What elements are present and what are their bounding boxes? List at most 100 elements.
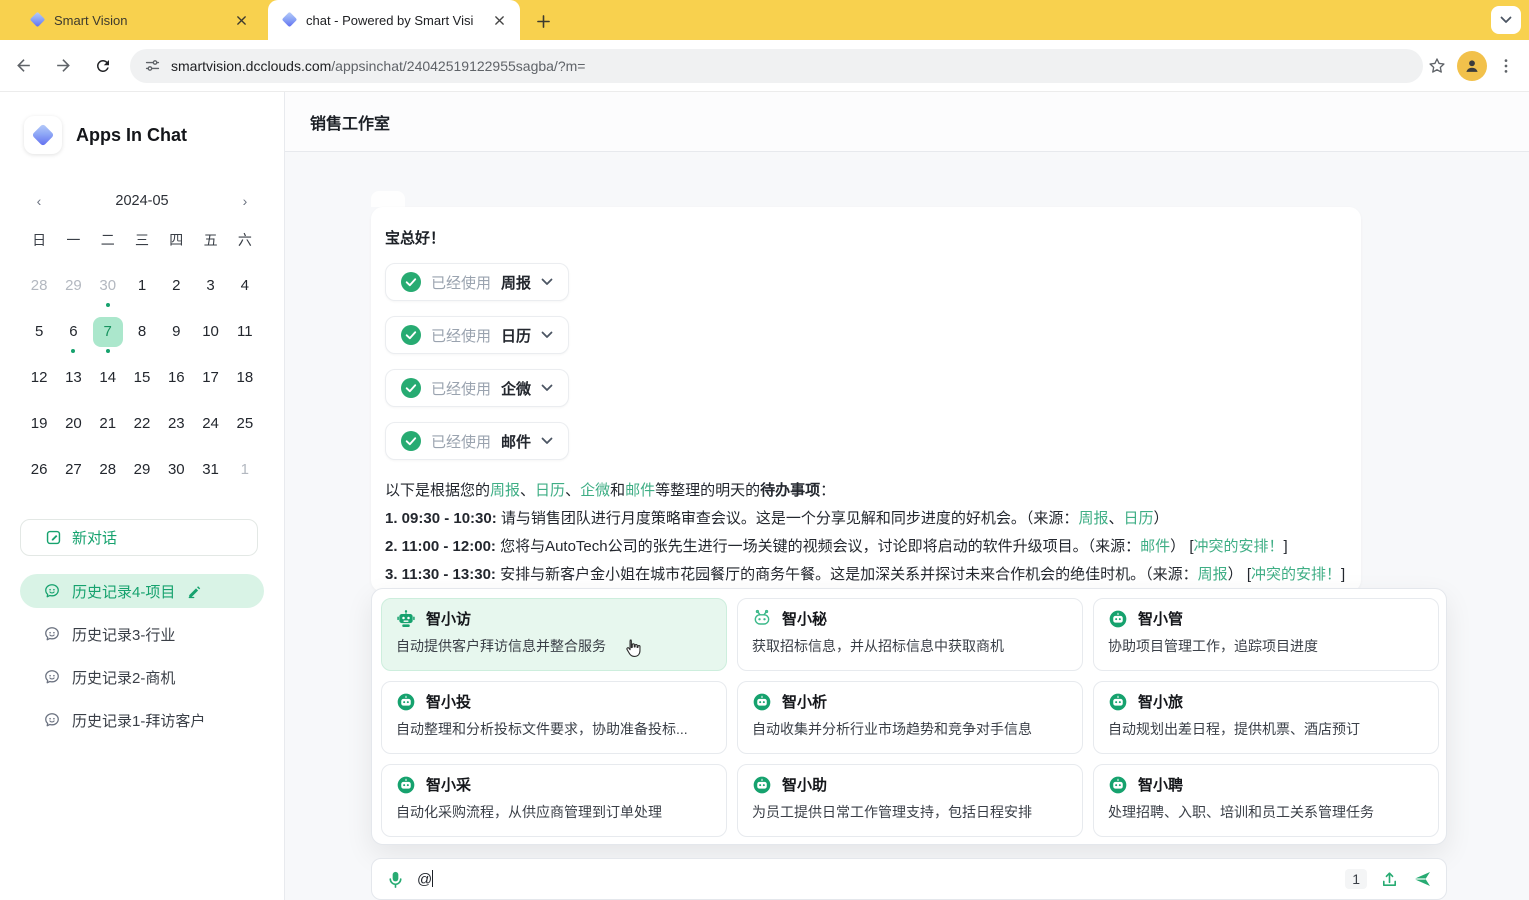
- reload-button[interactable]: [86, 49, 120, 83]
- calendar-day[interactable]: 10: [196, 317, 226, 347]
- calendar-day[interactable]: 28: [93, 455, 123, 485]
- new-chat-button[interactable]: 新对话: [20, 519, 258, 556]
- mic-icon[interactable]: [386, 870, 405, 889]
- forward-button[interactable]: [46, 49, 80, 83]
- calendar-day[interactable]: 20: [58, 409, 88, 439]
- calendar-day[interactable]: 17: [196, 363, 226, 393]
- chip-prefix: 已经使用: [431, 378, 491, 399]
- tab-close-icon[interactable]: [490, 11, 508, 29]
- calendar-day[interactable]: 28: [24, 271, 54, 301]
- used-tool-chip-mail[interactable]: 已经使用 邮件: [385, 422, 569, 460]
- link-weekly[interactable]: 周报: [490, 482, 520, 499]
- calendar-day[interactable]: 15: [127, 363, 157, 393]
- history-item-2[interactable]: 历史记录2-商机: [20, 660, 264, 694]
- calendar-prev-icon[interactable]: ‹: [28, 190, 50, 212]
- calendar-day[interactable]: 22: [127, 409, 157, 439]
- history-item-4[interactable]: 历史记录4-项目: [20, 574, 264, 608]
- calendar-day[interactable]: 31: [196, 455, 226, 485]
- calendar-day[interactable]: 5: [24, 317, 54, 347]
- robot-head-icon: [396, 609, 416, 629]
- link-calendar[interactable]: 日历: [535, 482, 565, 499]
- agent-card-zhixiaolv[interactable]: 智小旅 自动规划出差日程，提供机票、酒店预订: [1093, 681, 1439, 754]
- tab-smart-vision[interactable]: Smart Vision: [16, 0, 262, 40]
- tab-strip: Smart Vision chat - Powered by Smart Vis…: [0, 0, 1529, 40]
- source-link[interactable]: 邮件: [1140, 538, 1170, 555]
- source-link[interactable]: 日历: [1123, 510, 1153, 527]
- agent-card-zhixiaotou[interactable]: 智小投 自动整理和分析投标文件要求，协助准备投标...: [381, 681, 727, 754]
- calendar-day-selected[interactable]: 7: [93, 317, 123, 347]
- calendar-day[interactable]: 2: [161, 271, 191, 301]
- agent-card-zhixiaomi[interactable]: 智小秘 获取招标信息，并从招标信息中获取商机: [737, 598, 1083, 671]
- agent-card-zhixiaozhu[interactable]: 智小助 为员工提供日常工作管理支持，包括日程安排: [737, 764, 1083, 837]
- calendar-day[interactable]: 30: [93, 271, 123, 301]
- used-tool-chip-wecom[interactable]: 已经使用 企微: [385, 369, 569, 407]
- calendar-day[interactable]: 27: [58, 455, 88, 485]
- tab-chat-active[interactable]: chat - Powered by Smart Visi: [268, 0, 520, 40]
- back-button[interactable]: [6, 49, 40, 83]
- agent-card-zhixiaofang[interactable]: 智小访 自动提供客户拜访信息并整合服务: [381, 598, 727, 671]
- browser-menu-icon[interactable]: [1497, 57, 1515, 75]
- chat-input-value[interactable]: @: [417, 870, 433, 888]
- profile-avatar[interactable]: [1457, 51, 1487, 81]
- chevron-down-icon[interactable]: [541, 437, 553, 445]
- calendar-day[interactable]: 29: [127, 455, 157, 485]
- calendar-day[interactable]: 4: [230, 271, 260, 301]
- send-icon[interactable]: [1412, 869, 1432, 889]
- link-wecom[interactable]: 企微: [580, 482, 610, 499]
- calendar-day[interactable]: 30: [161, 455, 191, 485]
- browser-toolbar: smartvision.dcclouds.com/appsinchat/2404…: [0, 40, 1529, 92]
- url-bar[interactable]: smartvision.dcclouds.com/appsinchat/2404…: [130, 49, 1423, 83]
- link-mail[interactable]: 邮件: [625, 482, 655, 499]
- agent-card-zhixiaoguan[interactable]: 智小管 协助项目管理工作，追踪项目进度: [1093, 598, 1439, 671]
- robot-outline-icon: [752, 609, 772, 629]
- calendar-day[interactable]: 29: [58, 271, 88, 301]
- calendar-day[interactable]: 13: [58, 363, 88, 393]
- calendar-day[interactable]: 19: [24, 409, 54, 439]
- edit-pencil-icon[interactable]: [187, 584, 202, 599]
- calendar-day[interactable]: 16: [161, 363, 191, 393]
- agent-card-zhixiaopin[interactable]: 智小聘 处理招聘、入职、培训和员工关系管理任务: [1093, 764, 1439, 837]
- agent-desc: 为员工提供日常工作管理支持，包括日程安排: [752, 802, 1068, 822]
- site-settings-icon[interactable]: [144, 57, 161, 74]
- calendar-day[interactable]: 23: [161, 409, 191, 439]
- calendar-day[interactable]: 8: [127, 317, 157, 347]
- new-tab-button[interactable]: [530, 8, 556, 34]
- agent-name: 智小管: [1138, 608, 1183, 629]
- calendar-day[interactable]: 24: [196, 409, 226, 439]
- calendar-days: 28 29 30 1 2 3 4 5 6 7 8 9 10 11 12 13 1: [22, 268, 262, 491]
- check-circle-icon: [401, 325, 421, 345]
- chevron-down-icon[interactable]: [541, 384, 553, 392]
- calendar-next-icon[interactable]: ›: [234, 190, 256, 212]
- chat-input-bar[interactable]: @ 1: [371, 858, 1447, 900]
- history-item-3[interactable]: 历史记录3-行业: [20, 617, 264, 651]
- tab-search-button[interactable]: [1491, 6, 1521, 34]
- calendar-day[interactable]: 1: [230, 455, 260, 485]
- bookmark-star-icon[interactable]: [1427, 56, 1447, 76]
- calendar-day[interactable]: 11: [230, 317, 260, 347]
- agent-card-zhixiaocai[interactable]: 智小采 自动化采购流程，从供应商管理到订单处理: [381, 764, 727, 837]
- history-item-1[interactable]: 历史记录1-拜访客户: [20, 703, 264, 737]
- agent-card-zhixiaoxi[interactable]: 智小析 自动收集并分析行业市场趋势和竞争对手信息: [737, 681, 1083, 754]
- calendar-weekdays: 日 一 二 三 四 五 六: [22, 226, 262, 254]
- chevron-down-icon[interactable]: [541, 331, 553, 339]
- chevron-down-icon[interactable]: [541, 278, 553, 286]
- source-link[interactable]: 周报: [1198, 566, 1228, 583]
- calendar-day[interactable]: 6: [58, 317, 88, 347]
- calendar-day[interactable]: 25: [230, 409, 260, 439]
- calendar-day[interactable]: 18: [230, 363, 260, 393]
- calendar-day[interactable]: 1: [127, 271, 157, 301]
- source-link[interactable]: 周报: [1078, 510, 1108, 527]
- tab-close-icon[interactable]: [232, 11, 250, 29]
- check-circle-icon: [401, 378, 421, 398]
- robot-circle-icon: [1108, 775, 1128, 795]
- calendar-day[interactable]: 14: [93, 363, 123, 393]
- url-text[interactable]: smartvision.dcclouds.com/appsinchat/2404…: [171, 58, 585, 74]
- calendar-day[interactable]: 12: [24, 363, 54, 393]
- calendar-day[interactable]: 9: [161, 317, 191, 347]
- upload-icon[interactable]: [1380, 870, 1399, 889]
- used-tool-chip-calendar[interactable]: 已经使用 日历: [385, 316, 569, 354]
- calendar-day[interactable]: 3: [196, 271, 226, 301]
- calendar-day[interactable]: 26: [24, 455, 54, 485]
- calendar-day[interactable]: 21: [93, 409, 123, 439]
- used-tool-chip-weekly[interactable]: 已经使用 周报: [385, 263, 569, 301]
